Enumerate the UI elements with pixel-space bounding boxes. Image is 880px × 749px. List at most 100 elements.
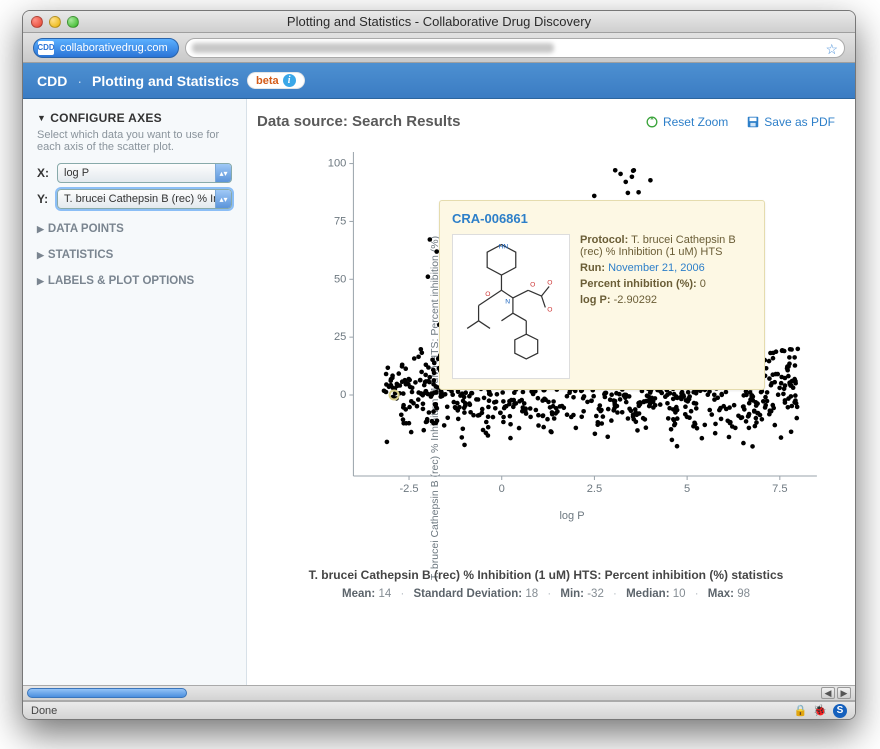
scroll-left-button[interactable]: ◀ — [821, 687, 835, 699]
svg-text:0: 0 — [340, 389, 346, 401]
save-pdf-label: Save as PDF — [764, 115, 835, 129]
dropdown-arrows-icon: ▴▾ — [215, 164, 231, 182]
window-title: Plotting and Statistics - Collaborative … — [23, 14, 855, 29]
bug-icon: 🐞 — [813, 704, 827, 717]
chart-area: T. brucei Cathepsin B (rec) % Inhibition… — [257, 140, 835, 675]
y-axis-select-value: T. brucei Cathepsin B (rec) % In — [64, 193, 219, 205]
bookmark-star-icon[interactable]: ☆ — [825, 41, 838, 58]
tooltip-pct-label: Percent inhibition (%): — [580, 278, 697, 290]
svg-text:75: 75 — [334, 215, 346, 227]
stats-sd-label: Standard Deviation: — [413, 588, 522, 600]
app-header: CDD · Plotting and Statistics beta i — [23, 63, 855, 99]
url-blurred-path — [192, 43, 554, 53]
y-axis-row: Y: T. brucei Cathepsin B (rec) % In ▴▾ — [37, 189, 232, 209]
lock-icon: 🔒 — [794, 704, 808, 717]
skype-status-icon[interactable]: S — [833, 704, 847, 718]
status-text: Done — [31, 705, 57, 717]
stats-max: 98 — [737, 588, 750, 600]
svg-text:O: O — [485, 291, 490, 298]
zoom-window-button[interactable] — [67, 16, 79, 28]
caret-right-icon: ▶ — [37, 250, 44, 261]
configure-axes-desc: Select which data you want to use for ea… — [37, 129, 232, 153]
svg-text:50: 50 — [334, 273, 346, 285]
titlebar: Plotting and Statistics - Collaborative … — [23, 11, 855, 33]
section-label: STATISTICS — [48, 249, 113, 261]
reset-zoom-button[interactable]: Reset Zoom — [645, 115, 728, 129]
data-source-title: Data source: Search Results — [257, 113, 460, 130]
tooltip-info: Protocol: T. brucei Cathepsin B (rec) % … — [580, 234, 752, 379]
reset-zoom-label: Reset Zoom — [663, 115, 728, 129]
section-label: DATA POINTS — [48, 223, 124, 235]
beta-badge[interactable]: beta i — [247, 72, 305, 89]
x-axis-title: log P — [319, 510, 825, 522]
page-title: Plotting and Statistics — [92, 73, 239, 89]
point-tooltip: CRA-006861 — [439, 200, 765, 390]
status-right: 🔒 🐞 S — [794, 704, 847, 718]
stats-mean: 14 — [378, 588, 391, 600]
tooltip-compound-id[interactable]: CRA-006861 — [452, 211, 528, 226]
svg-text:7.5: 7.5 — [772, 483, 787, 495]
caret-right-icon: ▶ — [37, 224, 44, 235]
sidebar-section-datapoints[interactable]: ▶ DATA POINTS — [37, 223, 232, 235]
reset-zoom-icon — [645, 115, 659, 129]
stats-min: -32 — [587, 588, 604, 600]
molecule-thumbnail: HN N O O O O — [452, 234, 570, 379]
horizontal-scrollbar[interactable]: ◀ ▶ — [23, 685, 855, 701]
y-axis-select[interactable]: T. brucei Cathepsin B (rec) % In ▴▾ — [57, 189, 232, 209]
chart-actions: Reset Zoom Save as PDF — [645, 115, 835, 129]
svg-text:5: 5 — [684, 483, 690, 495]
browser-window: Plotting and Statistics - Collaborative … — [22, 10, 856, 720]
scroll-right-button[interactable]: ▶ — [837, 687, 851, 699]
svg-text:N: N — [505, 299, 510, 306]
stats-block: T. brucei Cathepsin B (rec) % Inhibition… — [261, 568, 831, 600]
sidebar-section-labels[interactable]: ▶ LABELS & PLOT OPTIONS — [37, 275, 232, 287]
stats-title: T. brucei Cathepsin B (rec) % Inhibition… — [261, 568, 831, 582]
dropdown-arrows-icon: ▴▾ — [215, 190, 231, 208]
svg-text:2.5: 2.5 — [587, 483, 602, 495]
tooltip-run-date[interactable]: November 21, 2006 — [608, 262, 705, 274]
beta-badge-label: beta — [256, 75, 279, 87]
stats-sd: 18 — [525, 588, 538, 600]
stats-min-label: Min: — [560, 588, 584, 600]
url-field[interactable]: ☆ — [185, 38, 845, 58]
x-axis-select-value: log P — [64, 167, 89, 179]
save-pdf-button[interactable]: Save as PDF — [746, 115, 835, 129]
svg-text:100: 100 — [328, 158, 347, 170]
tooltip-logp-value: -2.90292 — [614, 294, 657, 306]
caret-down-icon: ▼ — [37, 113, 46, 123]
svg-text:0: 0 — [499, 483, 505, 495]
stats-median: 10 — [673, 588, 686, 600]
section-label: LABELS & PLOT OPTIONS — [48, 275, 194, 287]
app-brand: CDD — [37, 73, 67, 89]
minimize-window-button[interactable] — [49, 16, 61, 28]
tooltip-run-label: Run: — [580, 262, 605, 274]
breadcrumb-sep: · — [77, 73, 82, 89]
main-panel: Data source: Search Results Reset Zoom S… — [247, 99, 855, 685]
site-identity-pill[interactable]: CDD collaborativedrug.com — [33, 38, 179, 58]
stats-max-label: Max: — [708, 588, 734, 600]
svg-text:O: O — [530, 281, 535, 288]
content: ▼ CONFIGURE AXES Select which data you w… — [23, 99, 855, 685]
close-window-button[interactable] — [31, 16, 43, 28]
site-domain: collaborativedrug.com — [60, 42, 168, 54]
scroll-thumb[interactable] — [27, 688, 187, 698]
sidebar-section-statistics[interactable]: ▶ STATISTICS — [37, 249, 232, 261]
scatter-plot[interactable]: 0 25 50 75 100 -2.5 0 2.5 5 7.5 CRA-006861 — [319, 144, 825, 504]
svg-text:HN: HN — [499, 243, 509, 250]
x-axis-select[interactable]: log P ▴▾ — [57, 163, 232, 183]
tooltip-logp-label: log P: — [580, 294, 611, 306]
x-axis-row: X: log P ▴▾ — [37, 163, 232, 183]
svg-text:O: O — [547, 306, 552, 313]
svg-text:25: 25 — [334, 331, 346, 343]
caret-right-icon: ▶ — [37, 276, 44, 287]
status-bar: Done 🔒 🐞 S — [23, 701, 855, 719]
svg-text:O: O — [547, 280, 552, 287]
configure-axes-header[interactable]: ▼ CONFIGURE AXES — [37, 111, 232, 125]
svg-text:-2.5: -2.5 — [399, 483, 418, 495]
location-bar: CDD collaborativedrug.com ☆ — [23, 33, 855, 63]
tooltip-protocol-label: Protocol: — [580, 234, 628, 246]
stats-row: Mean: 14 · Standard Deviation: 18 · Min:… — [261, 588, 831, 600]
x-axis-label: X: — [37, 166, 51, 180]
save-icon — [746, 115, 760, 129]
tooltip-pct-value: 0 — [700, 278, 706, 290]
